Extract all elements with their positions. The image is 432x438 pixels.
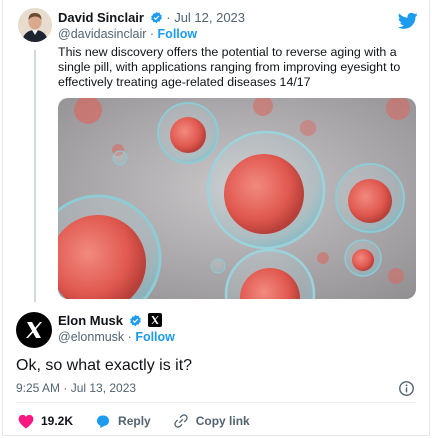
like-count: 19.2K <box>41 414 74 428</box>
action-bar: 19.2K Reply Copy link <box>18 412 272 430</box>
reply-icon <box>97 415 110 428</box>
like-button[interactable]: 19.2K <box>18 414 73 429</box>
quoted-separator: · <box>166 10 175 25</box>
quoted-author-name[interactable]: David Sinclair <box>58 10 144 25</box>
twitter-bird-icon[interactable] <box>398 12 418 30</box>
reply-handle[interactable]: @elonmusk <box>58 330 124 344</box>
quoted-date[interactable]: Jul 12, 2023 <box>174 10 245 25</box>
x-affiliation-badge-icon <box>148 313 163 327</box>
quoted-tweet-text: This new discovery offers the potential … <box>58 45 401 89</box>
follow-button-elon[interactable]: Follow <box>135 330 175 344</box>
info-icon[interactable] <box>398 380 415 397</box>
reply-author-row: Elon Musk <box>58 313 163 329</box>
link-icon <box>174 414 188 428</box>
heart-icon <box>18 414 34 428</box>
reply-button[interactable]: Reply <box>95 414 151 429</box>
x-logo-icon <box>26 322 42 338</box>
reply-timestamp[interactable]: 9:25 AM · Jul 13, 2023 <box>16 381 136 396</box>
thread-line <box>34 50 36 302</box>
divider <box>16 402 416 403</box>
reply-handle-row: @elonmusk · Follow <box>58 330 175 345</box>
reply-author-name[interactable]: Elon Musk <box>58 313 123 328</box>
verified-badge-icon <box>150 11 162 24</box>
quoted-tweet-header: David Sinclair · Jul 12, 2023 <box>58 10 245 26</box>
copy-link-button[interactable]: Copy link <box>173 413 250 429</box>
quoted-handle[interactable]: @davidasinclair <box>58 27 146 41</box>
avatar-david-sinclair[interactable] <box>18 8 52 42</box>
verified-badge-icon <box>129 314 141 327</box>
quoted-handle-row: @davidasinclair · Follow <box>58 27 197 42</box>
follow-button-david[interactable]: Follow <box>158 27 198 41</box>
cells-microscopy-image[interactable] <box>58 98 416 299</box>
reply-label: Reply <box>118 414 151 428</box>
reply-tweet-text: Ok, so what exactly is it? <box>16 357 193 374</box>
avatar-elon-musk[interactable] <box>16 312 52 348</box>
quoted-handle-separator: · <box>149 27 158 41</box>
copy-link-label: Copy link <box>195 414 250 428</box>
